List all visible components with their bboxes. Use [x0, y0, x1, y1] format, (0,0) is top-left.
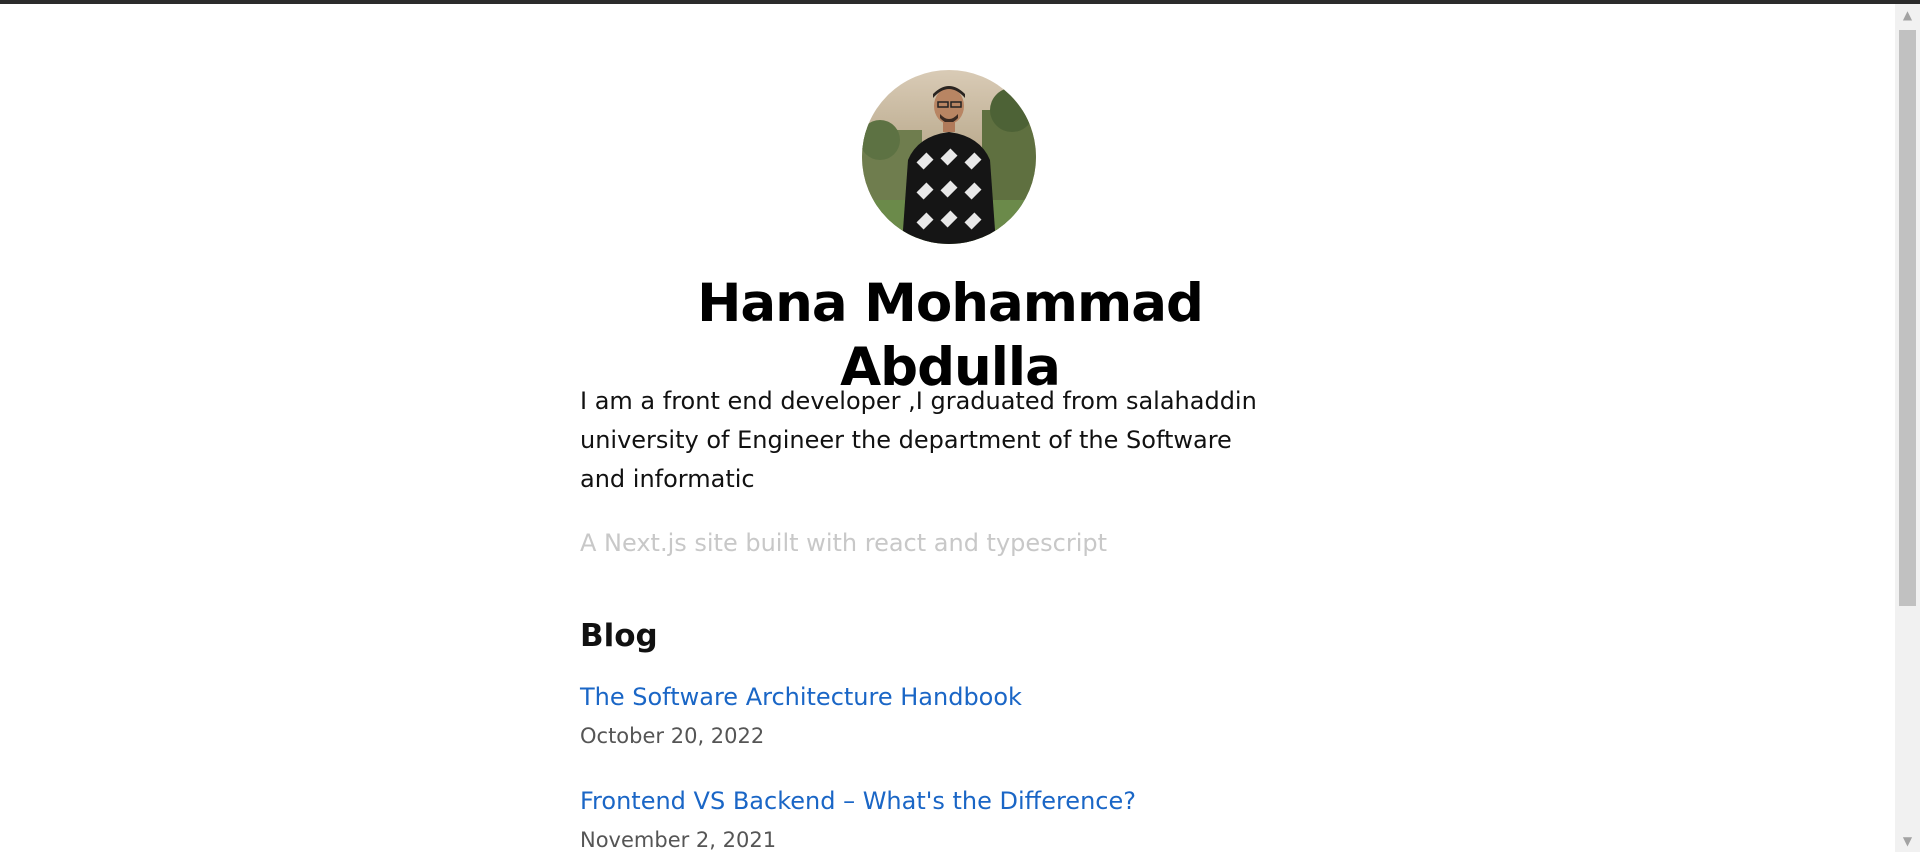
blog-post-date: October 20, 2022 — [580, 724, 765, 748]
blog-post-link[interactable]: The Software Architecture Handbook — [580, 678, 1320, 716]
blog-post-link[interactable]: Frontend VS Backend – What's the Differe… — [580, 782, 1320, 820]
blog-heading: Blog — [580, 618, 658, 654]
page-title: Hana Mohammad Abdulla — [697, 273, 1204, 398]
scroll-up-arrow-icon[interactable]: ▲ — [1895, 4, 1920, 26]
intro-paragraph: I am a front end developer ,I graduated … — [580, 387, 1257, 493]
scroll-down-arrow-icon[interactable]: ▼ — [1895, 830, 1920, 852]
blog-post-item: The Software Architecture Handbook Octob… — [580, 678, 1320, 755]
blog-post-item: Frontend VS Backend – What's the Differe… — [580, 782, 1320, 852]
blog-post-date: November 2, 2021 — [580, 828, 777, 852]
site-tagline: A Next.js site built with react and type… — [580, 529, 1108, 557]
page-content: Hana Mohammad Abdulla I am a front end d… — [0, 4, 1895, 852]
vertical-scrollbar[interactable]: ▲ ▼ — [1895, 4, 1920, 852]
scrollbar-thumb[interactable] — [1899, 30, 1916, 606]
avatar-photo — [862, 70, 1036, 244]
avatar — [862, 70, 1036, 244]
